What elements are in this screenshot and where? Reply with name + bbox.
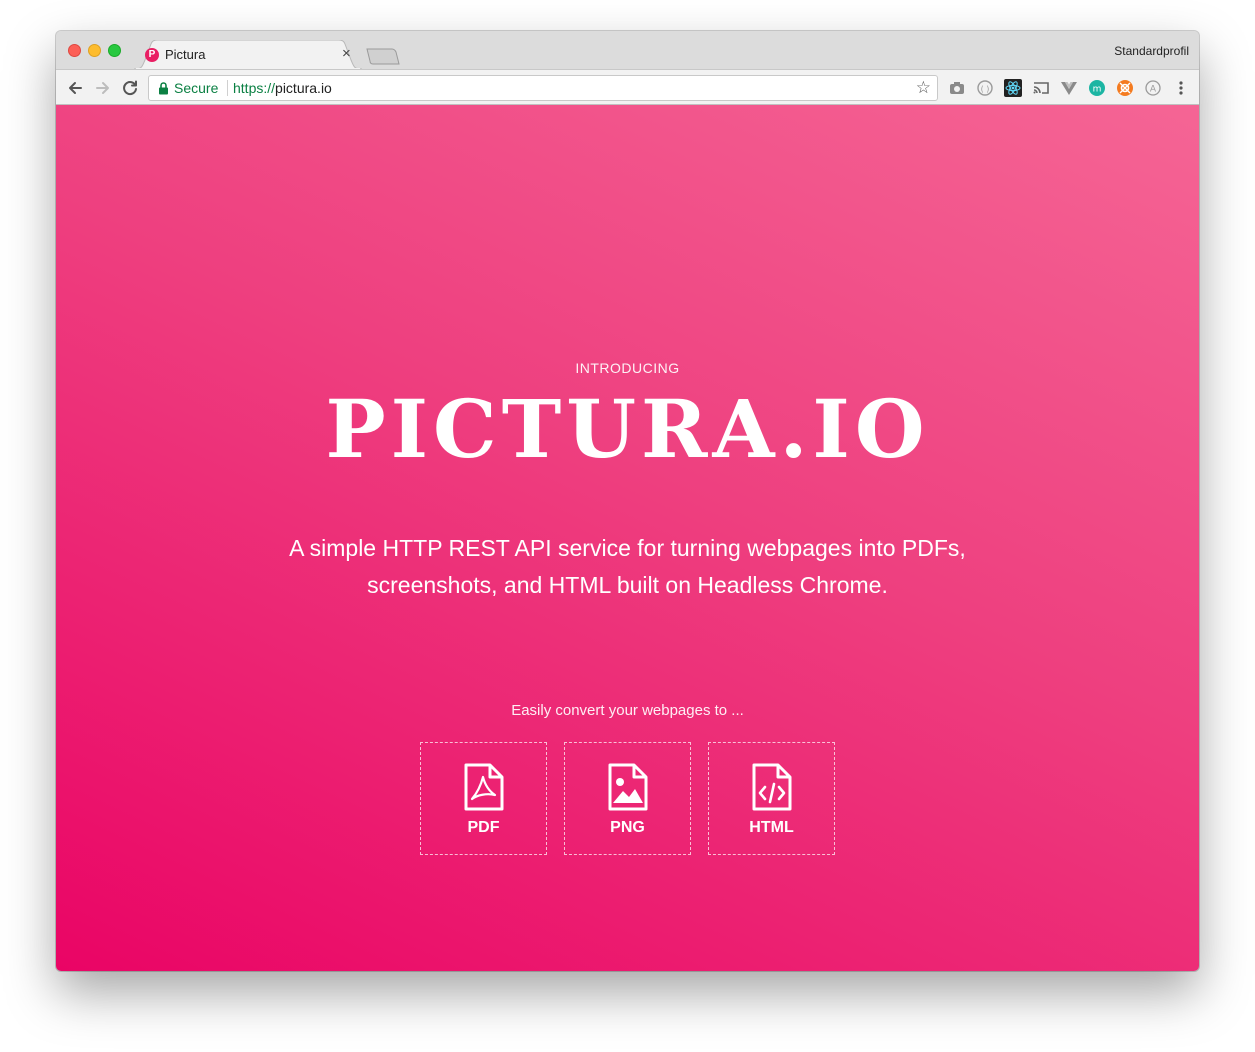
pdf-label: PDF [467,819,500,836]
pdf-format-card[interactable]: PDF [420,742,547,855]
lock-icon [159,82,168,95]
secure-label: Secure [174,80,219,96]
code-file-icon [752,763,792,811]
vue-icon[interactable] [1060,79,1078,97]
intro-label: INTRODUCING [575,360,680,376]
url-scheme: https:// [233,80,276,96]
orange-badge-icon[interactable] [1116,79,1134,97]
convert-label: Easily convert your webpages to ... [511,702,744,719]
profile-name[interactable]: Standardprofil [1114,44,1189,58]
hero-title: PICTURA.IO [325,382,930,476]
new-tab-button[interactable] [366,48,400,65]
pictura-favicon-icon: P [145,48,159,62]
url-host: pictura.io [275,80,332,96]
hero-tagline: A simple HTTP REST API service for turni… [289,535,966,598]
bookmark-star-icon[interactable]: ☆ [916,78,931,98]
svg-text:m: m [1093,85,1102,95]
html-label: HTML [749,819,794,836]
svg-text:( ): ( ) [981,85,990,94]
tab-pictura[interactable]: P Pictura × [134,40,362,69]
m-badge-icon[interactable]: m [1088,79,1106,97]
tab-strip: P Pictura × Standardprofil [56,31,1199,69]
a-circle-icon[interactable]: A [1144,79,1162,97]
cast-icon[interactable] [1032,79,1050,97]
tab-title: Pictura [165,47,206,62]
address-bar[interactable]: Secure https://pictura.io ☆ [148,75,938,101]
tab-close-icon[interactable]: × [342,45,351,62]
html-format-card[interactable]: HTML [708,742,835,855]
close-window-button[interactable] [68,44,81,57]
back-arrow-icon[interactable] [65,78,85,98]
camera-icon[interactable] [948,79,966,97]
browser-toolbar: Secure https://pictura.io ☆ ( ) m A [56,69,1199,105]
url-text[interactable]: https://pictura.io [233,80,332,96]
address-separator [227,80,228,96]
react-icon[interactable] [1004,79,1022,97]
zoom-window-button[interactable] [108,44,121,57]
png-format-card[interactable]: PNG [564,742,691,855]
png-label: PNG [610,819,645,836]
circle-dots-icon[interactable]: ( ) [976,79,994,97]
reload-icon[interactable] [120,78,140,98]
svg-text:A: A [1150,85,1157,95]
minimize-window-button[interactable] [88,44,101,57]
forward-arrow-icon[interactable] [93,78,113,98]
image-file-icon [608,763,648,811]
hero-section: INTRODUCING PICTURA.IO A simple HTTP RES… [56,105,1199,971]
browser-window: P Pictura × Standardprofil Secure https:… [56,31,1199,971]
kebab-menu-icon[interactable] [1172,79,1190,97]
pdf-file-icon [464,763,504,811]
